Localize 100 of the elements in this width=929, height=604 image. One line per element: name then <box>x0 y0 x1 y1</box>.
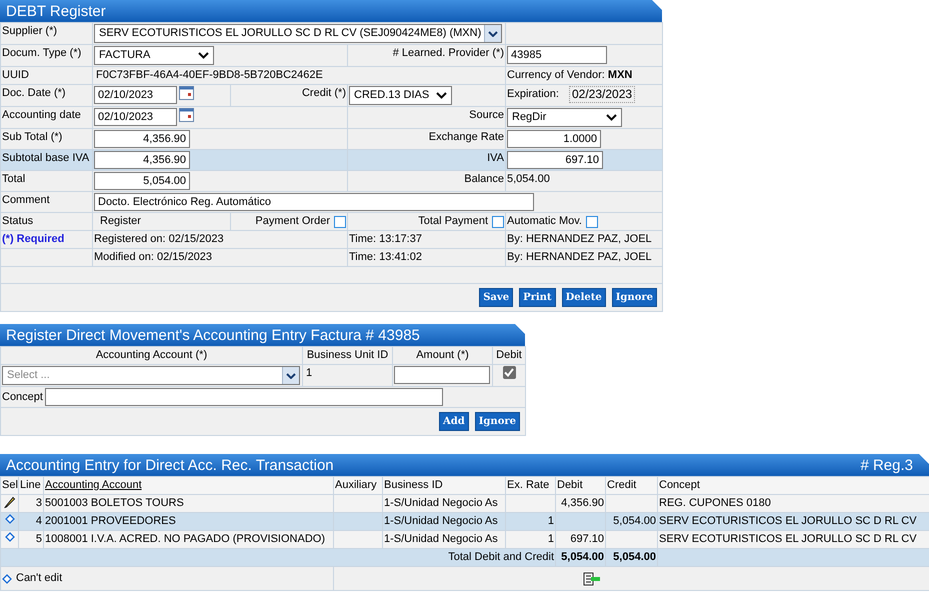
action-button[interactable]: Add <box>439 412 469 431</box>
accounting-date-field[interactable]: 02/10/2023 <box>94 108 177 126</box>
record-count: # Reg.3 <box>860 458 913 472</box>
table-cell: 4 <box>36 515 42 527</box>
table-cell: 3 <box>36 497 42 509</box>
concept-field[interactable] <box>44 388 443 406</box>
required-note: (*) Required <box>2 233 64 245</box>
chevron-icon <box>436 92 447 99</box>
status-value: Register <box>99 215 141 227</box>
debit-checkbox[interactable] <box>502 366 516 379</box>
section-title: DEBT Register <box>6 4 106 18</box>
export-icon[interactable] <box>582 572 600 586</box>
section-title: Register Direct Movement's Accounting Entry Factura # 43985 <box>6 328 420 342</box>
credit-dropdown[interactable]: CRED.13 DIAS <box>349 86 452 105</box>
table-cell: 2001001 PROVEEDORES <box>45 515 176 527</box>
column-header: Debit <box>557 479 583 491</box>
total-credit: 5,054.00 <box>613 551 656 563</box>
column-header: Business ID <box>384 479 443 491</box>
action-button[interactable]: Delete <box>562 288 606 307</box>
subtotal-base-field[interactable]: 4,356.90 <box>94 151 190 169</box>
document-type-dropdown[interactable]: FACTURA <box>94 46 214 65</box>
table-cell: SERV ECOTURISTICOS EL JORULLO SC D RL CV <box>659 515 917 527</box>
exchange-rate-field[interactable]: 1.0000 <box>507 130 601 148</box>
field-label: Concept <box>2 390 43 404</box>
chevron-icon <box>282 367 299 384</box>
iva-field[interactable]: 697.10 <box>507 151 603 169</box>
audit-user: By: HERNANDEZ PAZ, JOEL <box>507 233 652 245</box>
column-header: Concept <box>659 479 700 491</box>
field-label: # Learned. Provider (*) <box>392 47 504 59</box>
audit-date: Registered on: 02/15/2023 <box>94 233 224 245</box>
chevron-icon <box>198 52 209 59</box>
action-button[interactable]: Ignore <box>474 412 520 431</box>
table-cell: 697.10 <box>570 533 604 545</box>
field-label: Subtotal base IVA <box>2 152 90 164</box>
legend-label: Can't edit <box>16 571 62 586</box>
table-cell: 1 <box>548 533 554 545</box>
audit-date: Modified on: 02/15/2023 <box>94 251 212 263</box>
table-cell: REG. CUPONES 0180 <box>659 497 771 509</box>
doc-date-field[interactable]: 02/10/2023 <box>94 86 177 104</box>
expiration-date-field[interactable]: 02/23/2023 <box>568 86 636 103</box>
field-label: Total <box>2 173 26 185</box>
checkbox-label: Total Payment <box>418 214 488 229</box>
column-header: Auxiliary <box>335 479 377 491</box>
payment-order-checkbox[interactable] <box>334 216 346 228</box>
field-label: Accounting date <box>2 109 81 121</box>
audit-time: Time: 13:41:02 <box>349 251 422 263</box>
table-cell: 1-S/Unidad Negocio As <box>384 515 498 527</box>
field-label: Comment <box>2 194 50 206</box>
field-label: Credit (*) <box>302 87 346 99</box>
diamond-icon <box>2 574 12 584</box>
table-cell: 4,356.90 <box>561 497 604 509</box>
column-header: Business Unit ID <box>306 349 388 361</box>
automatic-mov-checkbox[interactable] <box>586 216 598 228</box>
field-label: UUID <box>2 69 29 81</box>
table-cell: 5,054.00 <box>613 515 656 527</box>
calendar-icon[interactable] <box>179 108 194 122</box>
source-dropdown[interactable]: RegDir <box>507 108 622 127</box>
action-button[interactable]: Save <box>479 288 514 307</box>
provider-number-field[interactable]: 43985 <box>507 46 607 64</box>
field-label: Exchange Rate <box>428 131 504 143</box>
audit-time: Time: 13:17:37 <box>349 233 422 245</box>
total-payment-checkbox[interactable] <box>492 216 504 228</box>
table-cell: 5 <box>36 533 42 545</box>
field-label: Status <box>2 215 34 227</box>
supplier-dropdown[interactable]: SERV ECOTURISTICOS EL JORULLO SC D RL CV (SEJ090424ME8) (MXN) <box>94 24 502 43</box>
checkbox-label: Automatic Mov. <box>507 214 582 229</box>
calendar-icon[interactable] <box>179 86 194 100</box>
corner-fold-icon <box>515 324 525 334</box>
column-header: Debit <box>496 349 522 361</box>
column-header: Amount (*) <box>416 349 469 361</box>
table-cell: 1008001 I.V.A. ACRED. NO PAGADO (PROVISIONADO) <box>45 533 325 545</box>
action-button[interactable]: Ignore <box>612 288 657 307</box>
totals-label: Total Debit and Credit <box>448 551 554 563</box>
sub-total-field[interactable]: 4,356.90 <box>94 130 190 148</box>
field-label: IVA <box>487 152 504 164</box>
action-button[interactable]: Print <box>519 288 556 307</box>
column-header: Sel <box>2 479 18 491</box>
total-field[interactable]: 5,054.00 <box>94 172 190 190</box>
total-debit: 5,054.00 <box>561 551 604 563</box>
business-unit-value: 1 <box>305 367 312 379</box>
column-header: Credit <box>607 479 636 491</box>
field-label: Docum. Type (*) <box>2 47 82 59</box>
uuid-value: F0C73FBF-46A4-40EF-9BD8-5B720BC2462E <box>95 69 323 81</box>
comment-field[interactable]: Docto. Electrónico Reg. Automático <box>94 193 534 211</box>
field-label: Sub Total (*) <box>2 131 62 143</box>
column-header: Ex. Rate <box>507 479 550 491</box>
audit-user: By: HERNANDEZ PAZ, JOEL <box>507 251 652 263</box>
account-dropdown[interactable]: Select ... <box>2 366 300 385</box>
field-label: Doc. Date (*) <box>2 87 66 99</box>
field-label: Supplier (*) <box>2 25 58 37</box>
table-cell: 1 <box>548 515 554 527</box>
column-header: Line <box>20 479 41 491</box>
column-header: Accounting Account (*) <box>96 349 208 361</box>
currency-value: MXN <box>608 69 632 81</box>
table-cell: 1-S/Unidad Negocio As <box>384 533 498 545</box>
chevron-icon <box>606 114 617 121</box>
amount-field[interactable] <box>394 366 490 384</box>
field-label: Currency of Vendor: <box>507 69 605 81</box>
field-label: Expiration: <box>507 87 559 102</box>
table-cell: 1-S/Unidad Negocio As <box>384 497 498 509</box>
